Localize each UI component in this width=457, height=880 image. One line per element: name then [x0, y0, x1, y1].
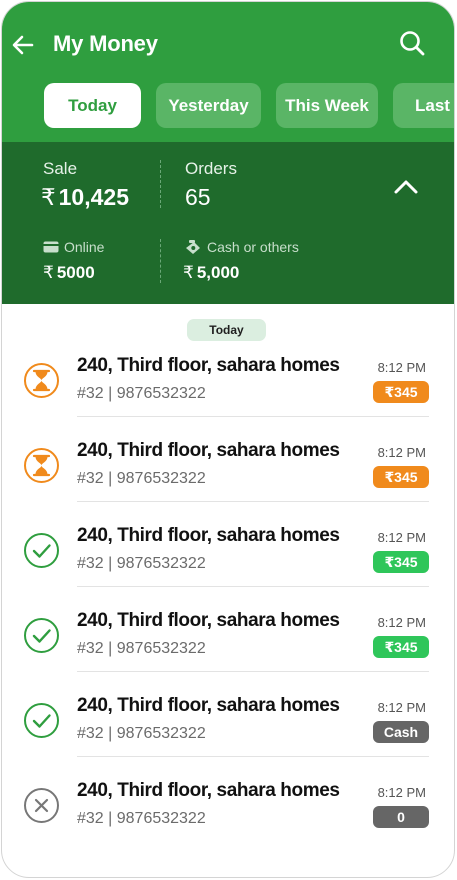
tab-this-week[interactable]: This Week — [276, 83, 378, 128]
amount-badge: ₹345 — [373, 636, 429, 658]
order-meta: #32 | 9876532322 — [77, 725, 206, 742]
order-meta: #32 | 9876532322 — [77, 555, 206, 572]
amount-badge: ₹345 — [373, 551, 429, 573]
check-circle-icon — [24, 618, 59, 653]
page-title: My Money — [53, 31, 158, 56]
sale-value: ₹10,425 — [41, 184, 129, 211]
order-time: 8:12 PM — [377, 615, 426, 630]
cash-icon — [186, 240, 200, 254]
online-amount: 5000 — [56, 263, 95, 282]
currency-symbol: ₹ — [43, 263, 54, 282]
amount-badge: ₹345 — [373, 466, 429, 488]
order-address: 240, Third floor, sahara homes — [77, 355, 340, 376]
order-address: 240, Third floor, sahara homes — [77, 610, 340, 631]
amount-badge: ₹345 — [373, 381, 429, 403]
phone-frame: My Money Today Yesterday This Week Last … — [1, 1, 455, 878]
order-address: 240, Third floor, sahara homes — [77, 440, 340, 461]
order-time: 8:12 PM — [377, 700, 426, 715]
row-divider — [77, 586, 429, 587]
order-row[interactable]: 240, Third floor, sahara homes #32 | 9876… — [2, 430, 454, 515]
cancel-circle-icon — [24, 788, 59, 823]
amount-badge: 0 — [373, 806, 429, 828]
orders-value: 65 — [185, 184, 211, 210]
cash-label: Cash or others — [184, 239, 299, 255]
hourglass-icon — [24, 448, 59, 483]
summary-panel: Sale ₹10,425 Orders 65 Online ₹5000 Cash… — [2, 142, 454, 304]
online-label-text: Online — [64, 239, 105, 255]
order-row[interactable]: 240, Third floor, sahara homes #32 | 9876… — [2, 770, 454, 855]
currency-symbol: ₹ — [41, 184, 56, 210]
arrow-left-icon[interactable] — [10, 32, 36, 58]
online-value: ₹5000 — [43, 263, 95, 283]
order-time: 8:12 PM — [377, 530, 426, 545]
row-divider — [77, 501, 429, 502]
tab-yesterday[interactable]: Yesterday — [156, 83, 261, 128]
check-circle-icon — [24, 703, 59, 738]
order-time: 8:12 PM — [377, 785, 426, 800]
date-filter-tabs: Today Yesterday This Week Last W — [44, 83, 454, 128]
order-row[interactable]: 240, Third floor, sahara homes #32 | 9876… — [2, 345, 454, 430]
cash-label-text: Cash or others — [207, 239, 299, 255]
row-divider — [77, 756, 429, 757]
row-divider — [77, 671, 429, 672]
chevron-up-icon[interactable] — [391, 174, 421, 200]
divider — [160, 239, 161, 283]
order-meta: #32 | 9876532322 — [77, 810, 206, 827]
sale-amount: 10,425 — [58, 184, 129, 210]
search-icon[interactable] — [398, 29, 426, 57]
order-row[interactable]: 240, Third floor, sahara homes #32 | 9876… — [2, 600, 454, 685]
tab-today[interactable]: Today — [44, 83, 141, 128]
currency-symbol: ₹ — [183, 263, 194, 282]
cash-amount: 5,000 — [196, 263, 240, 282]
hourglass-icon — [24, 363, 59, 398]
order-address: 240, Third floor, sahara homes — [77, 695, 340, 716]
orders-label: Orders — [185, 159, 237, 178]
order-time: 8:12 PM — [377, 445, 426, 460]
order-row[interactable]: 240, Third floor, sahara homes #32 | 9876… — [2, 515, 454, 600]
row-divider — [77, 416, 429, 417]
online-label: Online — [43, 239, 104, 255]
card-icon — [43, 241, 59, 253]
order-meta: #32 | 9876532322 — [77, 385, 206, 402]
check-circle-icon — [24, 533, 59, 568]
order-meta: #32 | 9876532322 — [77, 470, 206, 487]
order-address: 240, Third floor, sahara homes — [77, 525, 340, 546]
tab-last-week[interactable]: Last W — [393, 83, 454, 128]
order-time: 8:12 PM — [377, 360, 426, 375]
order-row[interactable]: 240, Third floor, sahara homes #32 | 9876… — [2, 685, 454, 770]
date-chip: Today — [187, 319, 266, 341]
sale-label: Sale — [43, 159, 78, 178]
amount-badge: Cash — [373, 721, 429, 743]
order-meta: #32 | 9876532322 — [77, 640, 206, 657]
app-header: My Money Today Yesterday This Week Last … — [2, 2, 454, 142]
order-address: 240, Third floor, sahara homes — [77, 780, 340, 801]
cash-value: ₹5,000 — [183, 263, 239, 283]
divider — [160, 160, 161, 208]
